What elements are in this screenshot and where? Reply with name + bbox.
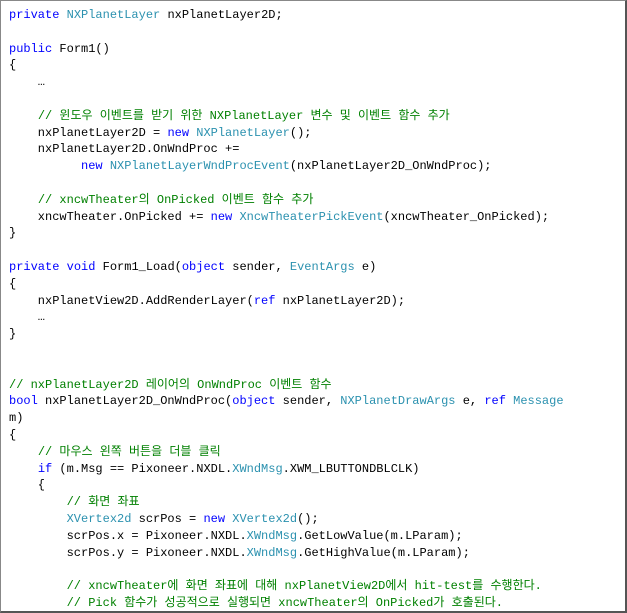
code-token: Form1_Load(	[95, 260, 181, 274]
code-token: new	[203, 512, 225, 526]
code-token: new	[167, 126, 189, 140]
code-token	[9, 109, 38, 123]
code-token: XWndMsg	[247, 546, 297, 560]
code-token: {	[9, 277, 16, 291]
code-token: NXPlanetLayer	[196, 126, 290, 140]
code-token: nxPlanetLayer2D;	[160, 8, 282, 22]
code-token: …	[9, 75, 45, 89]
code-token: new	[211, 210, 233, 224]
code-token: nxPlanetLayer2D.OnWndProc +=	[9, 142, 239, 156]
code-token: if	[38, 462, 52, 476]
code-token: XVertex2d	[67, 512, 132, 526]
code-token: ref	[254, 294, 276, 308]
code-token: EventArgs	[290, 260, 355, 274]
code-token: NXPlanetLayerWndProcEvent	[110, 159, 290, 173]
code-token: // 화면 좌표	[67, 495, 140, 509]
code-token: // Pick 함수가 성공적으로 실행되면 xncwTheater의 OnPi…	[67, 596, 503, 610]
code-token: nxPlanetLayer2D =	[9, 126, 167, 140]
code-token	[9, 596, 67, 610]
code-token: XncwTheaterPickEvent	[239, 210, 383, 224]
code-token: NXPlanetLayer	[67, 8, 161, 22]
code-token: XVertex2d	[232, 512, 297, 526]
code-token	[9, 462, 38, 476]
code-token: }	[9, 226, 16, 240]
code-token: // 윈도우 이벤트를 받기 위한 NXPlanetLayer 변수 및 이벤트…	[38, 109, 450, 123]
code-token: object	[232, 394, 275, 408]
code-token	[9, 579, 67, 593]
code-token: sender,	[225, 260, 290, 274]
code-token: XWndMsg	[232, 462, 282, 476]
code-content: private NXPlanetLayer nxPlanetLayer2D; p…	[9, 7, 617, 613]
code-token	[59, 8, 66, 22]
code-token: new	[81, 159, 103, 173]
code-token: // xncwTheater의 OnPicked 이벤트 함수 추가	[38, 193, 314, 207]
code-token: (m.Msg == Pixoneer.NXDL.	[52, 462, 232, 476]
code-token: nxPlanetView2D.AddRenderLayer(	[9, 294, 254, 308]
code-token: scrPos.x = Pixoneer.NXDL.	[9, 529, 247, 543]
code-token: void	[67, 260, 96, 274]
code-token: xncwTheater.OnPicked +=	[9, 210, 211, 224]
code-token: }	[9, 327, 16, 341]
code-token: sender,	[275, 394, 340, 408]
code-token	[103, 159, 110, 173]
code-token: public	[9, 42, 52, 56]
code-token: (xncwTheater_OnPicked);	[383, 210, 549, 224]
code-token: ();	[290, 126, 312, 140]
code-token: .XWM_LBUTTONDBLCLK)	[283, 462, 420, 476]
code-token: // xncwTheater에 화면 좌표에 대해 nxPlanetView2D…	[67, 579, 542, 593]
code-token: {	[9, 58, 16, 72]
code-token	[9, 512, 67, 526]
code-token: e)	[355, 260, 377, 274]
code-token	[9, 193, 38, 207]
code-token: ref	[484, 394, 506, 408]
code-token: {	[9, 478, 45, 492]
code-token: private	[9, 8, 59, 22]
code-token: NXPlanetDrawArgs	[340, 394, 455, 408]
code-token	[9, 495, 67, 509]
code-token: // 마우스 왼쪽 버튼을 더블 클릭	[38, 445, 221, 459]
code-token: .GetLowValue(m.LParam);	[297, 529, 463, 543]
code-token	[9, 159, 81, 173]
code-token: nxPlanetLayer2D_OnWndProc(	[38, 394, 232, 408]
code-token: ();	[297, 512, 319, 526]
code-token: {	[9, 428, 16, 442]
code-token: object	[182, 260, 225, 274]
code-token: scrPos.y = Pixoneer.NXDL.	[9, 546, 247, 560]
code-token: Form1()	[52, 42, 110, 56]
code-token	[9, 445, 38, 459]
code-token: (nxPlanetLayer2D_OnWndProc);	[290, 159, 492, 173]
code-token	[59, 260, 66, 274]
code-token: m)	[9, 411, 23, 425]
code-token: e,	[456, 394, 485, 408]
code-token: nxPlanetLayer2D);	[275, 294, 405, 308]
code-token: …	[9, 310, 45, 324]
code-token: // nxPlanetLayer2D 레이어의 OnWndProc 이벤트 함수	[9, 378, 332, 392]
code-token: XWndMsg	[247, 529, 297, 543]
code-token: Message	[513, 394, 563, 408]
code-box: private NXPlanetLayer nxPlanetLayer2D; p…	[0, 0, 627, 613]
code-token: private	[9, 260, 59, 274]
code-token: scrPos =	[131, 512, 203, 526]
code-token: .GetHighValue(m.LParam);	[297, 546, 470, 560]
code-token: bool	[9, 394, 38, 408]
